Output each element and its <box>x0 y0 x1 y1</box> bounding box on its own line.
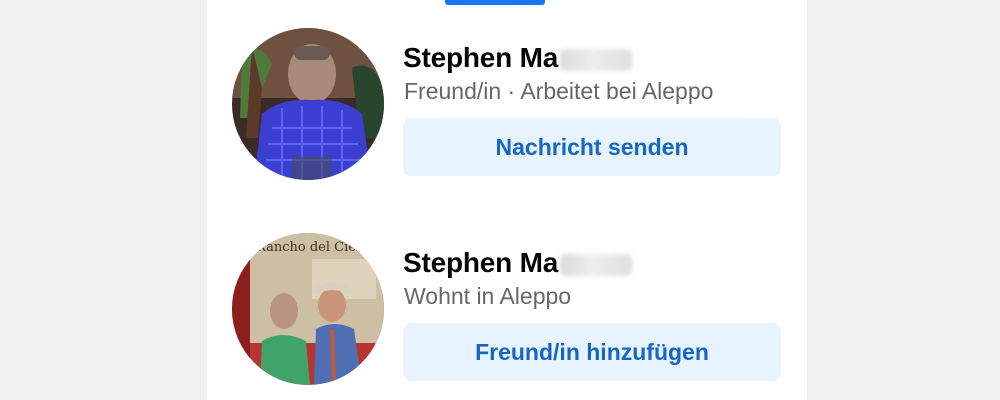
redacted-surname <box>560 49 633 71</box>
profile-photo-1-icon <box>232 28 384 180</box>
person-subtitle: Freund/in · Arbeitet bei Aleppo <box>404 78 714 104</box>
person-name[interactable]: Stephen Ma <box>403 42 558 74</box>
person-name[interactable]: Stephen Ma <box>403 247 558 279</box>
redacted-surname <box>560 254 633 276</box>
name-row: Stephen Ma <box>403 245 633 281</box>
active-tab-indicator <box>445 0 545 5</box>
name-row: Stephen Ma <box>403 40 633 76</box>
add-friend-button[interactable]: Freund/in hinzufügen <box>403 323 781 381</box>
profile-photo-2-icon: Rancho del Cielo <box>232 233 384 385</box>
send-message-button[interactable]: Nachricht senden <box>403 118 781 176</box>
people-list-panel: Stephen Ma Freund/in · Arbeitet bei Alep… <box>207 0 807 400</box>
person-card[interactable]: Rancho del Cielo Stephen Ma Wohnt in Ale… <box>232 233 792 393</box>
profile-photo-avatar[interactable]: Rancho del Cielo <box>232 233 384 385</box>
person-card[interactable]: Stephen Ma Freund/in · Arbeitet bei Alep… <box>232 28 792 188</box>
person-subtitle: Wohnt in Aleppo <box>404 283 572 309</box>
profile-photo-avatar[interactable] <box>232 28 384 180</box>
photo-sign-text: Rancho del Cielo <box>256 240 368 255</box>
